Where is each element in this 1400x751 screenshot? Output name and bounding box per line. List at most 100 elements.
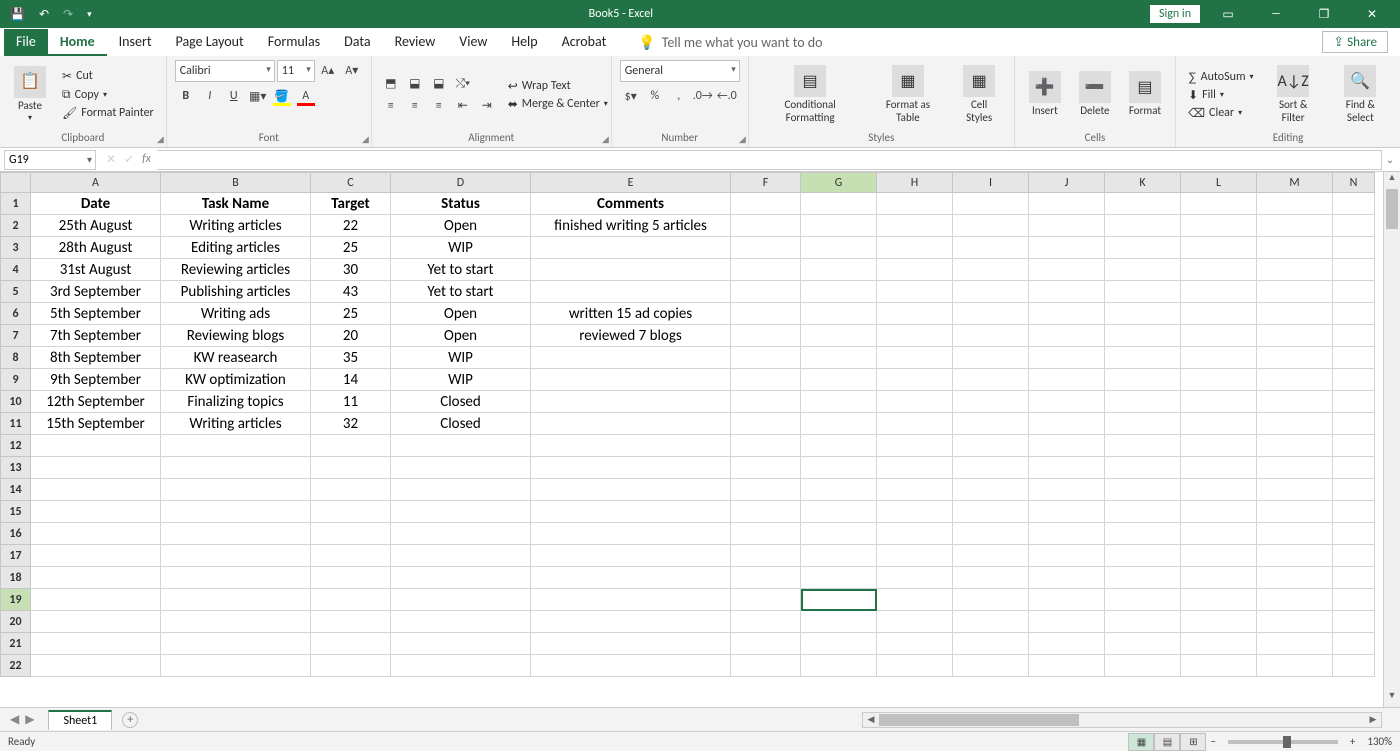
redo-icon[interactable]: ↷: [63, 7, 73, 21]
cell-F2[interactable]: [731, 215, 801, 237]
cell-I8[interactable]: [953, 347, 1029, 369]
worksheet-grid[interactable]: ABCDEFGHIJKLMN1DateTask NameTargetStatus…: [0, 172, 1400, 707]
cell-K3[interactable]: [1105, 237, 1181, 259]
cell-G15[interactable]: [801, 501, 877, 523]
cell-N16[interactable]: [1333, 523, 1375, 545]
cell-styles-button[interactable]: ▦Cell Styles: [952, 63, 1005, 125]
cell-D17[interactable]: [391, 545, 531, 567]
cell-G19[interactable]: [801, 589, 877, 611]
cell-E8[interactable]: [531, 347, 731, 369]
cell-H14[interactable]: [877, 479, 953, 501]
clear-button[interactable]: ⌫Clear ▾: [1184, 105, 1257, 121]
cell-G16[interactable]: [801, 523, 877, 545]
delete-cells-button[interactable]: ➖Delete: [1073, 69, 1117, 119]
cell-M10[interactable]: [1257, 391, 1333, 413]
name-box[interactable]: G19: [4, 150, 96, 170]
tab-page-layout[interactable]: Page Layout: [164, 29, 256, 56]
cell-E10[interactable]: [531, 391, 731, 413]
cell-I11[interactable]: [953, 413, 1029, 435]
cell-L21[interactable]: [1181, 633, 1257, 655]
add-sheet-icon[interactable]: +: [122, 712, 138, 728]
cell-J15[interactable]: [1029, 501, 1105, 523]
paste-button[interactable]: 📋 Paste ▾: [8, 64, 52, 125]
cell-J14[interactable]: [1029, 479, 1105, 501]
cell-A5[interactable]: 3rd September: [31, 281, 161, 303]
horizontal-scrollbar[interactable]: ◀ ▶: [862, 712, 1382, 728]
zoom-knob[interactable]: [1283, 736, 1291, 748]
cell-B3[interactable]: Editing articles: [161, 237, 311, 259]
cell-M17[interactable]: [1257, 545, 1333, 567]
cell-D8[interactable]: WIP: [391, 347, 531, 369]
cell-L19[interactable]: [1181, 589, 1257, 611]
cell-C20[interactable]: [311, 611, 391, 633]
cell-H8[interactable]: [877, 347, 953, 369]
cell-G13[interactable]: [801, 457, 877, 479]
cell-E21[interactable]: [531, 633, 731, 655]
decrease-font-icon[interactable]: A▾: [341, 60, 363, 80]
cell-B19[interactable]: [161, 589, 311, 611]
cell-K6[interactable]: [1105, 303, 1181, 325]
cell-N3[interactable]: [1333, 237, 1375, 259]
cell-H12[interactable]: [877, 435, 953, 457]
cell-D19[interactable]: [391, 589, 531, 611]
cell-M8[interactable]: [1257, 347, 1333, 369]
cell-J16[interactable]: [1029, 523, 1105, 545]
cell-N17[interactable]: [1333, 545, 1375, 567]
cell-C19[interactable]: [311, 589, 391, 611]
cell-N10[interactable]: [1333, 391, 1375, 413]
cell-F18[interactable]: [731, 567, 801, 589]
cell-E11[interactable]: [531, 413, 731, 435]
column-header-M[interactable]: M: [1257, 173, 1333, 193]
cell-A16[interactable]: [31, 523, 161, 545]
cell-L18[interactable]: [1181, 567, 1257, 589]
cell-J10[interactable]: [1029, 391, 1105, 413]
tab-home[interactable]: Home: [48, 29, 107, 56]
cell-A8[interactable]: 8th September: [31, 347, 161, 369]
cell-L4[interactable]: [1181, 259, 1257, 281]
sheet-tab-sheet1[interactable]: Sheet1: [48, 710, 112, 730]
cell-H5[interactable]: [877, 281, 953, 303]
cell-F12[interactable]: [731, 435, 801, 457]
cell-N21[interactable]: [1333, 633, 1375, 655]
cell-M20[interactable]: [1257, 611, 1333, 633]
cell-H20[interactable]: [877, 611, 953, 633]
cell-L12[interactable]: [1181, 435, 1257, 457]
cell-K10[interactable]: [1105, 391, 1181, 413]
cell-C1[interactable]: Target: [311, 193, 391, 215]
cell-L17[interactable]: [1181, 545, 1257, 567]
cell-N4[interactable]: [1333, 259, 1375, 281]
column-header-E[interactable]: E: [531, 173, 731, 193]
cell-D10[interactable]: Closed: [391, 391, 531, 413]
cell-D15[interactable]: [391, 501, 531, 523]
cell-N5[interactable]: [1333, 281, 1375, 303]
cell-K8[interactable]: [1105, 347, 1181, 369]
cell-B1[interactable]: Task Name: [161, 193, 311, 215]
cell-C2[interactable]: 22: [311, 215, 391, 237]
cell-K1[interactable]: [1105, 193, 1181, 215]
row-header-3[interactable]: 3: [1, 237, 31, 259]
cell-I9[interactable]: [953, 369, 1029, 391]
cell-N14[interactable]: [1333, 479, 1375, 501]
scroll-right-icon[interactable]: ▶: [1365, 714, 1381, 725]
bold-button[interactable]: B: [175, 86, 197, 106]
save-icon[interactable]: 💾: [10, 7, 25, 21]
scroll-up-icon[interactable]: ▲: [1384, 172, 1400, 189]
cell-M4[interactable]: [1257, 259, 1333, 281]
align-left-icon[interactable]: ≡: [380, 96, 402, 116]
cell-F3[interactable]: [731, 237, 801, 259]
font-color-icon[interactable]: A: [295, 86, 317, 106]
cell-A13[interactable]: [31, 457, 161, 479]
cell-M13[interactable]: [1257, 457, 1333, 479]
next-sheet-icon[interactable]: ▶: [25, 712, 34, 727]
cell-H1[interactable]: [877, 193, 953, 215]
cell-B8[interactable]: KW reasearch: [161, 347, 311, 369]
cell-A1[interactable]: Date: [31, 193, 161, 215]
cell-J8[interactable]: [1029, 347, 1105, 369]
dialog-launcher-icon[interactable]: ◢: [362, 134, 369, 145]
cell-I7[interactable]: [953, 325, 1029, 347]
cell-C15[interactable]: [311, 501, 391, 523]
format-painter-button[interactable]: 🖌Format Painter: [58, 105, 158, 121]
cell-H19[interactable]: [877, 589, 953, 611]
cell-D7[interactable]: Open: [391, 325, 531, 347]
dialog-launcher-icon[interactable]: ◢: [739, 134, 746, 145]
